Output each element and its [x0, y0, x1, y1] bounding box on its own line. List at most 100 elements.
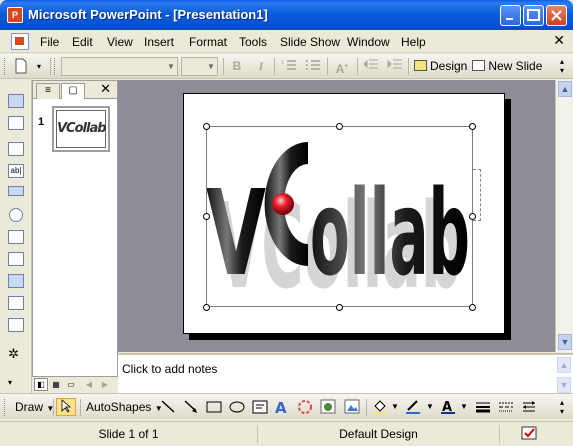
menu-format[interactable]: Format	[189, 35, 227, 49]
autoshapes-button[interactable]: AutoShapes ▼	[86, 398, 163, 416]
scroll-down-icon[interactable]: ▼	[558, 334, 572, 350]
svg-text:A: A	[442, 400, 452, 414]
listbox-icon[interactable]	[8, 230, 24, 244]
spin-icon[interactable]	[8, 296, 24, 310]
font-size-increase-icon[interactable]: A+	[332, 57, 352, 76]
edit-icon[interactable]	[8, 94, 24, 108]
resize-handle[interactable]	[336, 123, 343, 130]
resize-handle[interactable]	[469, 213, 476, 220]
new-slide-icon	[472, 60, 485, 71]
italic-button[interactable]: I	[252, 57, 270, 76]
slide-counter: Slide 1 of 1	[0, 425, 258, 443]
maximize-button[interactable]	[523, 5, 544, 26]
arrow-style-icon[interactable]	[521, 399, 537, 414]
line-icon[interactable]	[160, 399, 176, 414]
draw-menu-button[interactable]: Draw ▼	[15, 398, 54, 416]
scroll-right-icon[interactable]: ▶	[98, 378, 112, 391]
slide-canvas[interactable]: VCollab V ollab	[118, 80, 555, 352]
scroll-up-icon[interactable]: ▲	[557, 357, 571, 373]
close-icon[interactable]: ✕	[100, 82, 111, 97]
minimize-button[interactable]	[500, 5, 521, 26]
chevron-down-icon[interactable]: ▾	[8, 378, 24, 392]
menu-file[interactable]: File	[40, 35, 59, 49]
resize-handle[interactable]	[469, 304, 476, 311]
decrease-indent-icon[interactable]	[361, 57, 381, 76]
slides-tab[interactable]: ▢	[61, 83, 85, 99]
menu-insert[interactable]: Insert	[144, 35, 174, 49]
close-button[interactable]	[546, 5, 567, 26]
select-objects-icon[interactable]	[56, 398, 76, 416]
resize-handle[interactable]	[203, 123, 210, 130]
resize-handle[interactable]	[469, 123, 476, 130]
toolbar-overflow-icon[interactable]: ▴ ▾	[557, 57, 567, 76]
oval-icon[interactable]	[229, 399, 245, 414]
new-document-icon[interactable]	[12, 57, 30, 76]
fill-color-icon[interactable]	[372, 399, 388, 414]
slides-pane: ≡ ▢ ✕ 1 VCollab	[32, 80, 118, 377]
toolbar-overflow-icon[interactable]: ▴ ▾	[557, 398, 567, 417]
resize-handle[interactable]	[336, 304, 343, 311]
normal-view-icon[interactable]: ◧	[34, 378, 48, 391]
button-icon[interactable]	[8, 186, 24, 196]
numbering-icon[interactable]: 1	[279, 57, 299, 76]
diagram-icon[interactable]	[297, 399, 313, 414]
bullets-icon[interactable]	[303, 57, 323, 76]
font-size-combo[interactable]: ▼	[181, 57, 218, 76]
chevron-down-icon: ▼	[207, 62, 215, 71]
picture-icon[interactable]	[344, 399, 360, 414]
slide-thumbnail[interactable]: VCollab	[52, 106, 110, 152]
select-icon[interactable]	[8, 116, 24, 130]
increase-indent-icon[interactable]	[385, 57, 405, 76]
line-style-icon[interactable]	[475, 399, 491, 414]
arrow-icon[interactable]	[183, 399, 199, 414]
radio-icon[interactable]	[9, 208, 23, 222]
powerpoint-icon[interactable]: P	[7, 7, 23, 23]
menu-slide-show[interactable]: Slide Show	[280, 35, 340, 49]
menu-window[interactable]: Window	[347, 35, 390, 49]
textbox-icon[interactable]: ab|	[8, 164, 24, 178]
chevron-down-icon[interactable]: ▼	[426, 398, 434, 416]
scroll-down-icon[interactable]: ▼	[557, 377, 571, 393]
combobox-icon[interactable]	[8, 252, 24, 266]
new-slide-button[interactable]: New Slide	[472, 57, 542, 76]
minimize-icon	[506, 18, 513, 20]
chevron-down-icon[interactable]: ▼	[460, 398, 468, 416]
line-color-icon[interactable]	[405, 399, 421, 414]
scroll-up-icon[interactable]: ▲	[558, 81, 572, 97]
resize-handle[interactable]	[203, 304, 210, 311]
menu-view[interactable]: View	[107, 35, 133, 49]
menu-tools[interactable]: Tools	[239, 35, 267, 49]
rectangle-icon[interactable]	[206, 399, 222, 414]
toggle-icon[interactable]	[8, 274, 24, 288]
slide[interactable]: VCollab V ollab	[183, 93, 505, 334]
slideshow-view-icon[interactable]: ▭	[64, 378, 78, 391]
scroll-left-icon[interactable]: ◀	[82, 378, 96, 391]
more-controls-icon[interactable]: ✲	[8, 346, 24, 361]
slide-sorter-icon[interactable]: ▦	[49, 378, 63, 391]
font-color-icon[interactable]: A	[440, 399, 456, 414]
spelling-icon[interactable]	[500, 425, 560, 443]
wordart-icon[interactable]: A	[274, 399, 290, 414]
bold-button[interactable]: B	[228, 57, 246, 76]
clip-art-icon[interactable]	[320, 399, 336, 414]
document-close-icon[interactable]: ✕	[553, 33, 565, 49]
dash-style-icon[interactable]	[498, 399, 514, 414]
toolbar-grip[interactable]	[4, 58, 7, 75]
resize-handle[interactable]	[203, 213, 210, 220]
design-button[interactable]: Design	[413, 57, 468, 76]
menu-edit[interactable]: Edit	[72, 35, 93, 49]
chevron-down-icon[interactable]: ▼	[391, 398, 399, 416]
checkbox-icon[interactable]	[8, 142, 24, 156]
vertical-scrollbar[interactable]: ▲ ▼	[555, 80, 573, 352]
drawing-toolbar: Draw ▼ AutoShapes ▼ A ▼ ▼ A ▼ ▴ ▾	[0, 393, 573, 419]
menu-help[interactable]: Help	[401, 35, 426, 49]
notes-pane[interactable]: Click to add notes ▲ ▼	[118, 353, 573, 393]
toolbar-options-icon[interactable]: ▾	[34, 57, 44, 76]
font-name-combo[interactable]: ▼	[61, 57, 178, 76]
outline-tab[interactable]: ≡	[36, 83, 60, 99]
scrollbar-icon[interactable]	[8, 318, 24, 332]
document-icon[interactable]	[11, 33, 29, 50]
text-box-icon[interactable]	[252, 399, 268, 414]
title-bar[interactable]: P Microsoft PowerPoint - [Presentation1]	[0, 0, 573, 30]
window-title: Microsoft PowerPoint - [Presentation1]	[28, 7, 268, 22]
